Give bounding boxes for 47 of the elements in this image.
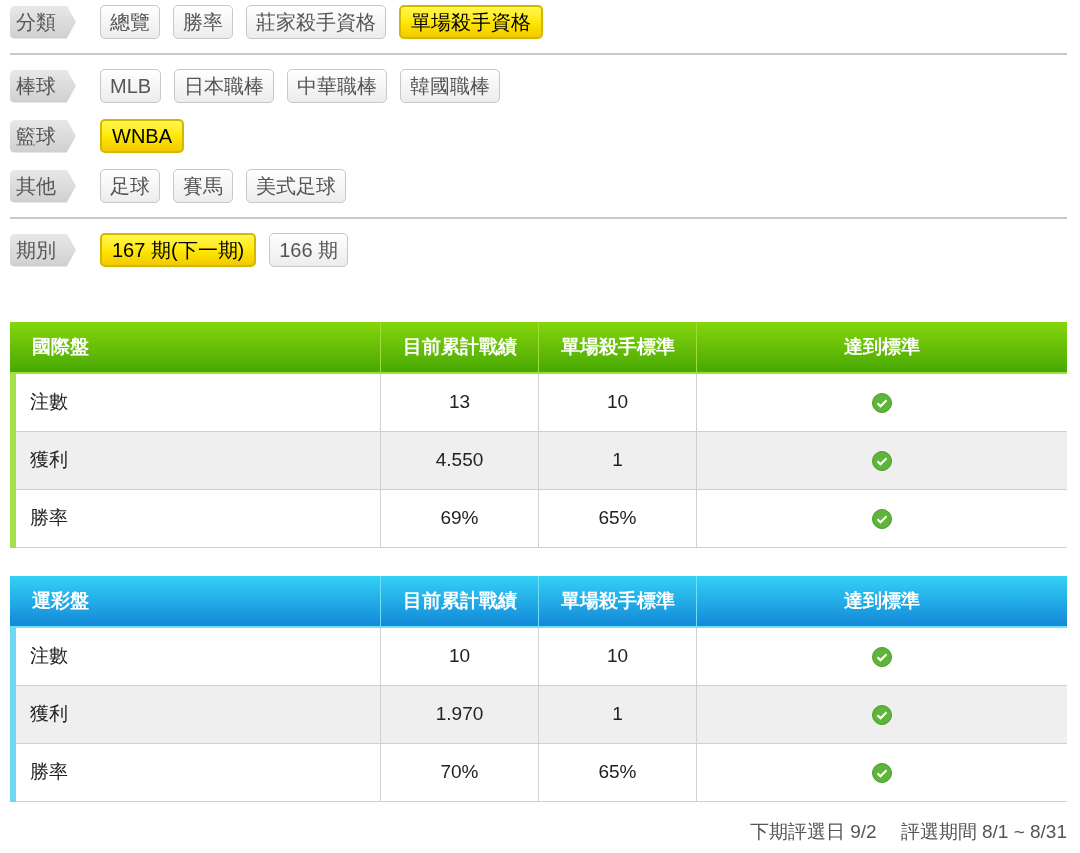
table-cell-text: 注數	[29, 390, 69, 415]
filter-button[interactable]: 中華職棒	[287, 69, 388, 103]
table-cell: 1	[538, 432, 696, 489]
filter-button[interactable]: 莊家殺手資格	[246, 5, 386, 39]
table-cell-text: 獲利	[29, 702, 69, 727]
filter-button[interactable]: 日本職棒	[174, 69, 275, 103]
filter-label: 籃球	[10, 119, 76, 153]
column-header: 國際盤	[31, 334, 90, 359]
table-cell: 10	[538, 628, 696, 685]
table-cell: 10	[380, 628, 538, 685]
filter-label: 其他	[10, 169, 76, 203]
column-header: 單場殺手標準	[538, 576, 696, 626]
table-cell: 4.550	[380, 432, 538, 489]
table-cell: 69%	[380, 490, 538, 547]
column-header: 達到標準	[696, 576, 1067, 626]
column-header: 運彩盤	[31, 588, 90, 613]
table-cell: 65%	[538, 744, 696, 801]
filter-label: 棒球	[10, 69, 76, 103]
table-cell: 70%	[380, 744, 538, 801]
footer-text: 評選期間 8/1 ~ 8/31	[900, 820, 1067, 844]
filter-button[interactable]: WNBA	[100, 119, 184, 153]
table-cell: 1.970	[380, 686, 538, 743]
table-cell: 13	[380, 374, 538, 431]
table-cell: 65%	[538, 490, 696, 547]
filter-button[interactable]: 足球	[100, 169, 160, 203]
column-header: 目前累計戰績	[380, 576, 538, 626]
table-cell-text: 注數	[29, 644, 69, 669]
filter-button[interactable]: MLB	[100, 69, 162, 103]
footer-text: 下期評選日 9/2	[749, 820, 877, 844]
table-cell-text: 獲利	[29, 448, 69, 473]
table-cell-text: 勝率	[29, 760, 69, 785]
filter-button[interactable]: 166 期	[269, 233, 349, 267]
filter-label: 分類	[10, 5, 76, 39]
table-cell: 10	[538, 374, 696, 431]
table-cell-text: 勝率	[29, 506, 69, 531]
column-header: 達到標準	[696, 322, 1067, 372]
filter-button[interactable]: 美式足球	[246, 169, 346, 203]
filter-button[interactable]: 單場殺手資格	[399, 5, 543, 39]
filter-button[interactable]: 167 期(下一期)	[100, 233, 257, 267]
column-header: 目前累計戰績	[380, 322, 538, 372]
filter-button[interactable]: 韓國職棒	[400, 69, 501, 103]
filter-button[interactable]: 賽馬	[173, 169, 233, 203]
filter-label: 期別	[10, 233, 76, 267]
table-cell: 1	[538, 686, 696, 743]
filter-button[interactable]: 總覽	[100, 5, 160, 39]
filter-button[interactable]: 勝率	[173, 5, 233, 39]
column-header: 單場殺手標準	[538, 322, 696, 372]
